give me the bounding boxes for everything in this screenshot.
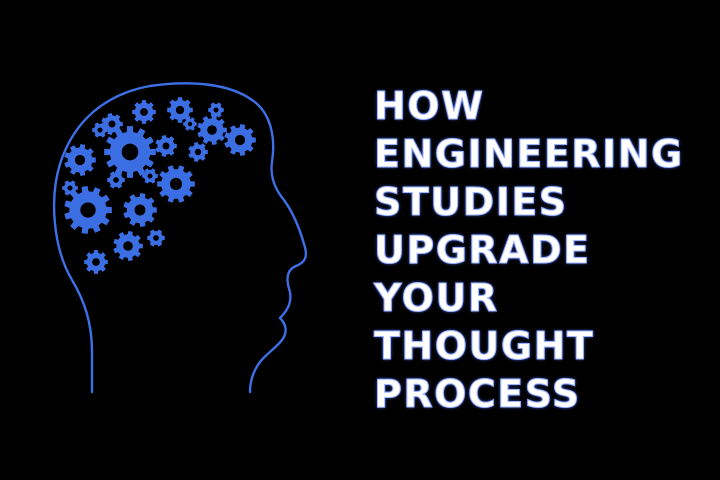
gear-icon (142, 168, 158, 184)
gear-icon (183, 117, 197, 131)
headline-line-7: PROCESS (374, 372, 581, 417)
headline: HOW ENGINEERING STUDIES UPGRADE YOUR THO… (374, 82, 704, 418)
gear-icon (132, 100, 156, 124)
gear-icon (155, 135, 177, 157)
gear-cluster (62, 97, 256, 274)
gear-icon (113, 231, 143, 261)
gear-icon (107, 171, 125, 189)
gear-icon (123, 193, 157, 227)
gear-icon (157, 165, 195, 203)
gear-icon (84, 250, 108, 274)
headline-line-6: THOUGHT (374, 324, 595, 369)
gear-icon (224, 124, 256, 156)
headline-line-2: ENGINEERING (374, 132, 684, 177)
headline-line-4: UPGRADE (374, 228, 591, 273)
head-outline (52, 82, 308, 394)
gear-icon (64, 144, 96, 176)
gear-icon (188, 142, 208, 162)
headline-line-5: YOUR (374, 276, 499, 321)
gear-icon (208, 102, 224, 118)
headline-line-3: STUDIES (374, 180, 568, 225)
gear-icon (147, 229, 165, 247)
gear-icon (197, 115, 227, 145)
headline-line-1: HOW (374, 84, 485, 129)
banner-canvas: HOW ENGINEERING STUDIES UPGRADE YOUR THO… (0, 0, 720, 480)
